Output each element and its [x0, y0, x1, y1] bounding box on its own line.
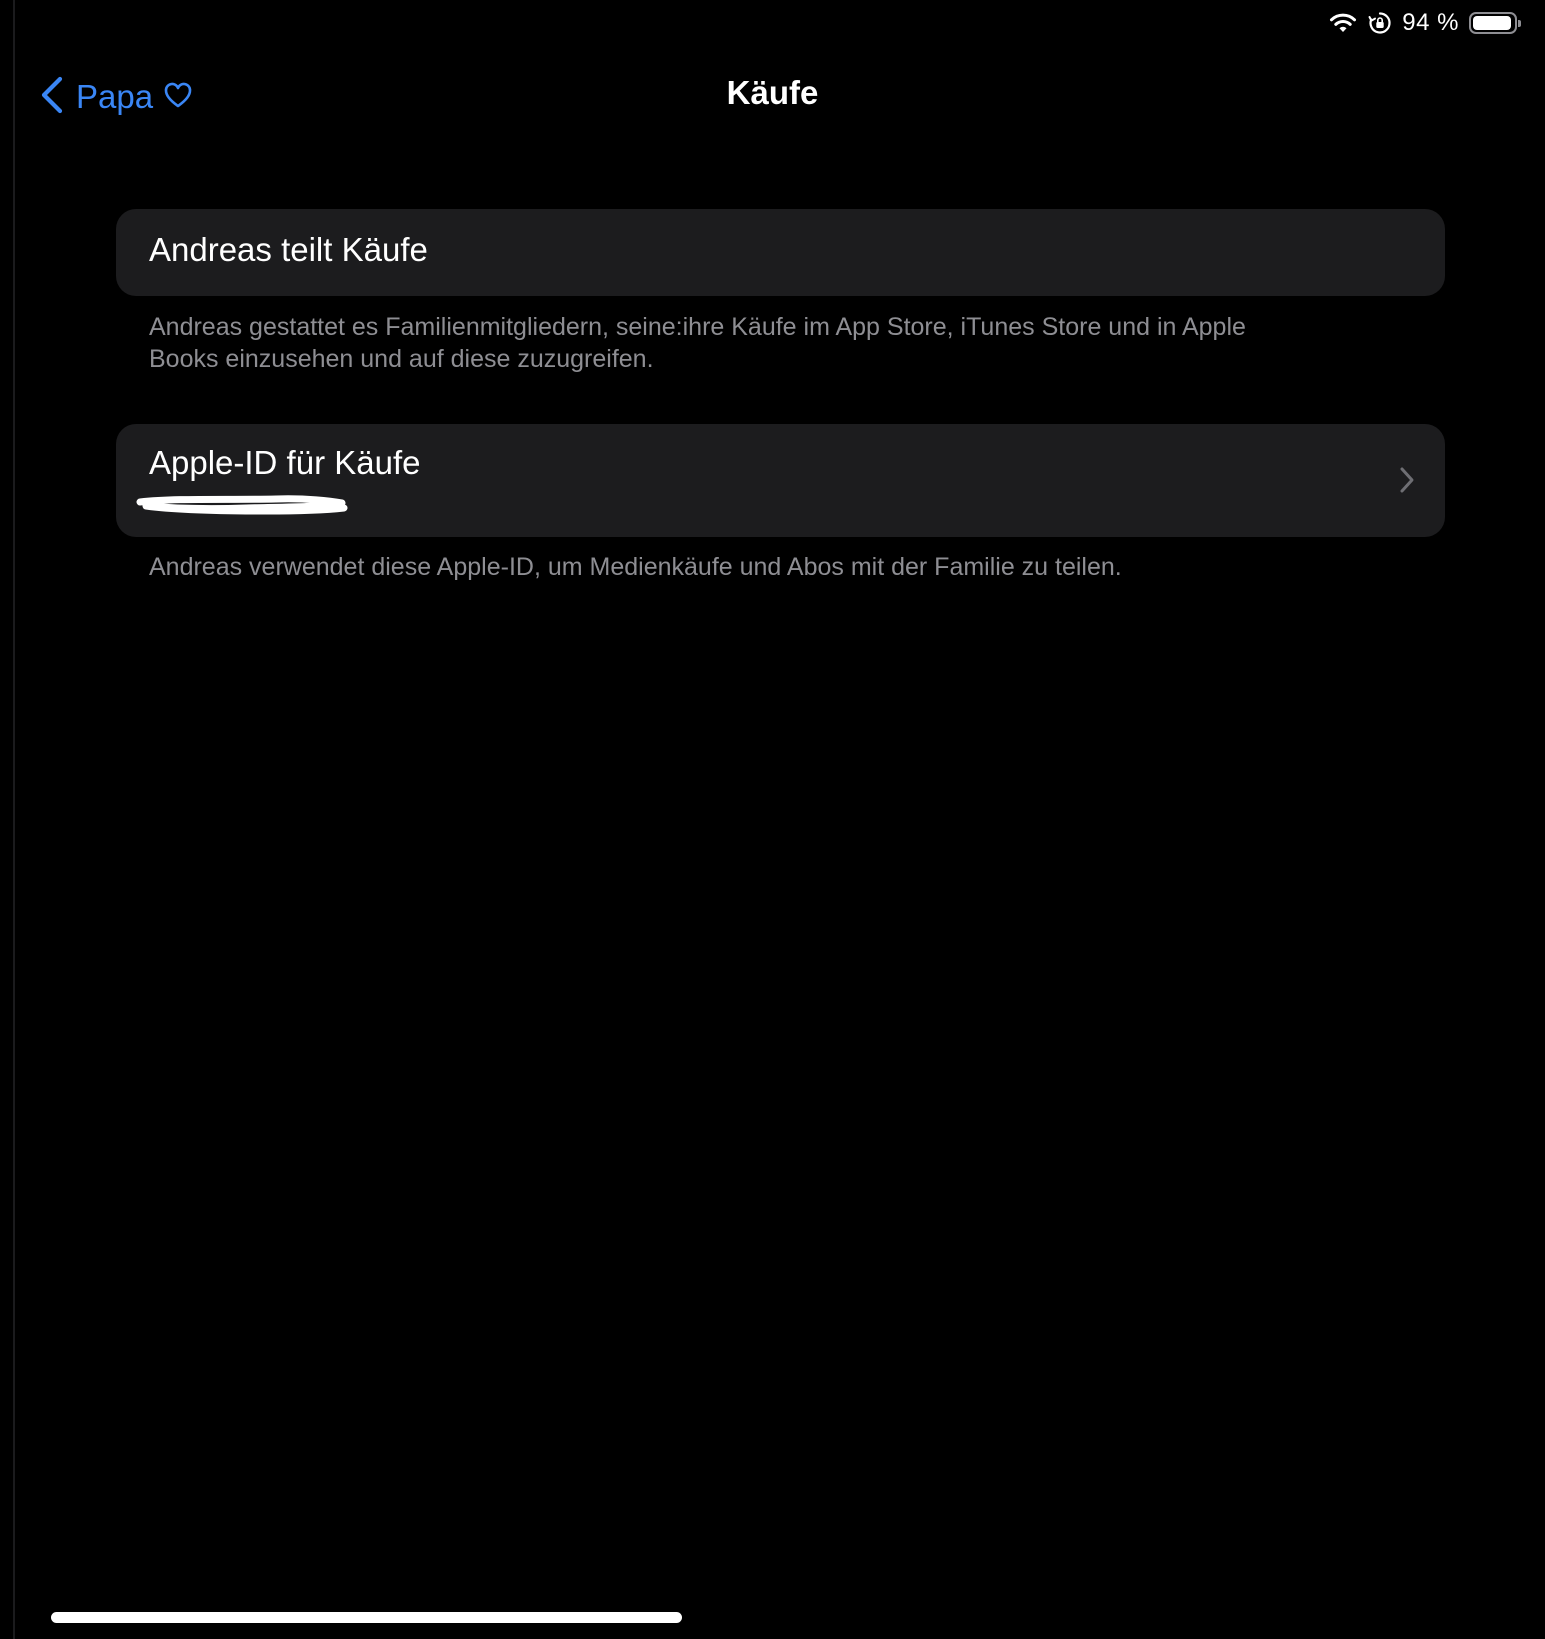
apple-id-footer: Andreas verwendet diese Apple-ID, um Med… [149, 553, 1122, 581]
apple-id-for-purchases-cell[interactable]: Apple-ID für Käufe [116, 424, 1445, 537]
status-bar: 94 % [1328, 8, 1521, 38]
home-indicator[interactable] [51, 1612, 682, 1623]
left-screen-edge [13, 0, 15, 1639]
page-title: Käufe [726, 74, 819, 111]
share-purchases-footer: Andreas gestattet es Familienmitgliedern… [149, 313, 1246, 373]
battery-percentage: 94 % [1402, 9, 1459, 36]
chevron-right-icon [1399, 466, 1415, 499]
apple-id-for-purchases-label: Apple-ID für Käufe [149, 444, 421, 481]
battery-icon [1469, 12, 1521, 34]
wifi-icon [1328, 12, 1358, 34]
orientation-lock-icon [1368, 11, 1392, 35]
redacted-apple-id-scribble [136, 494, 348, 516]
share-purchases-cell: Andreas teilt Käufe [116, 209, 1445, 296]
battery-cap [1518, 20, 1521, 27]
battery-fill [1473, 16, 1511, 30]
share-purchases-label: Andreas teilt Käufe [149, 231, 428, 268]
